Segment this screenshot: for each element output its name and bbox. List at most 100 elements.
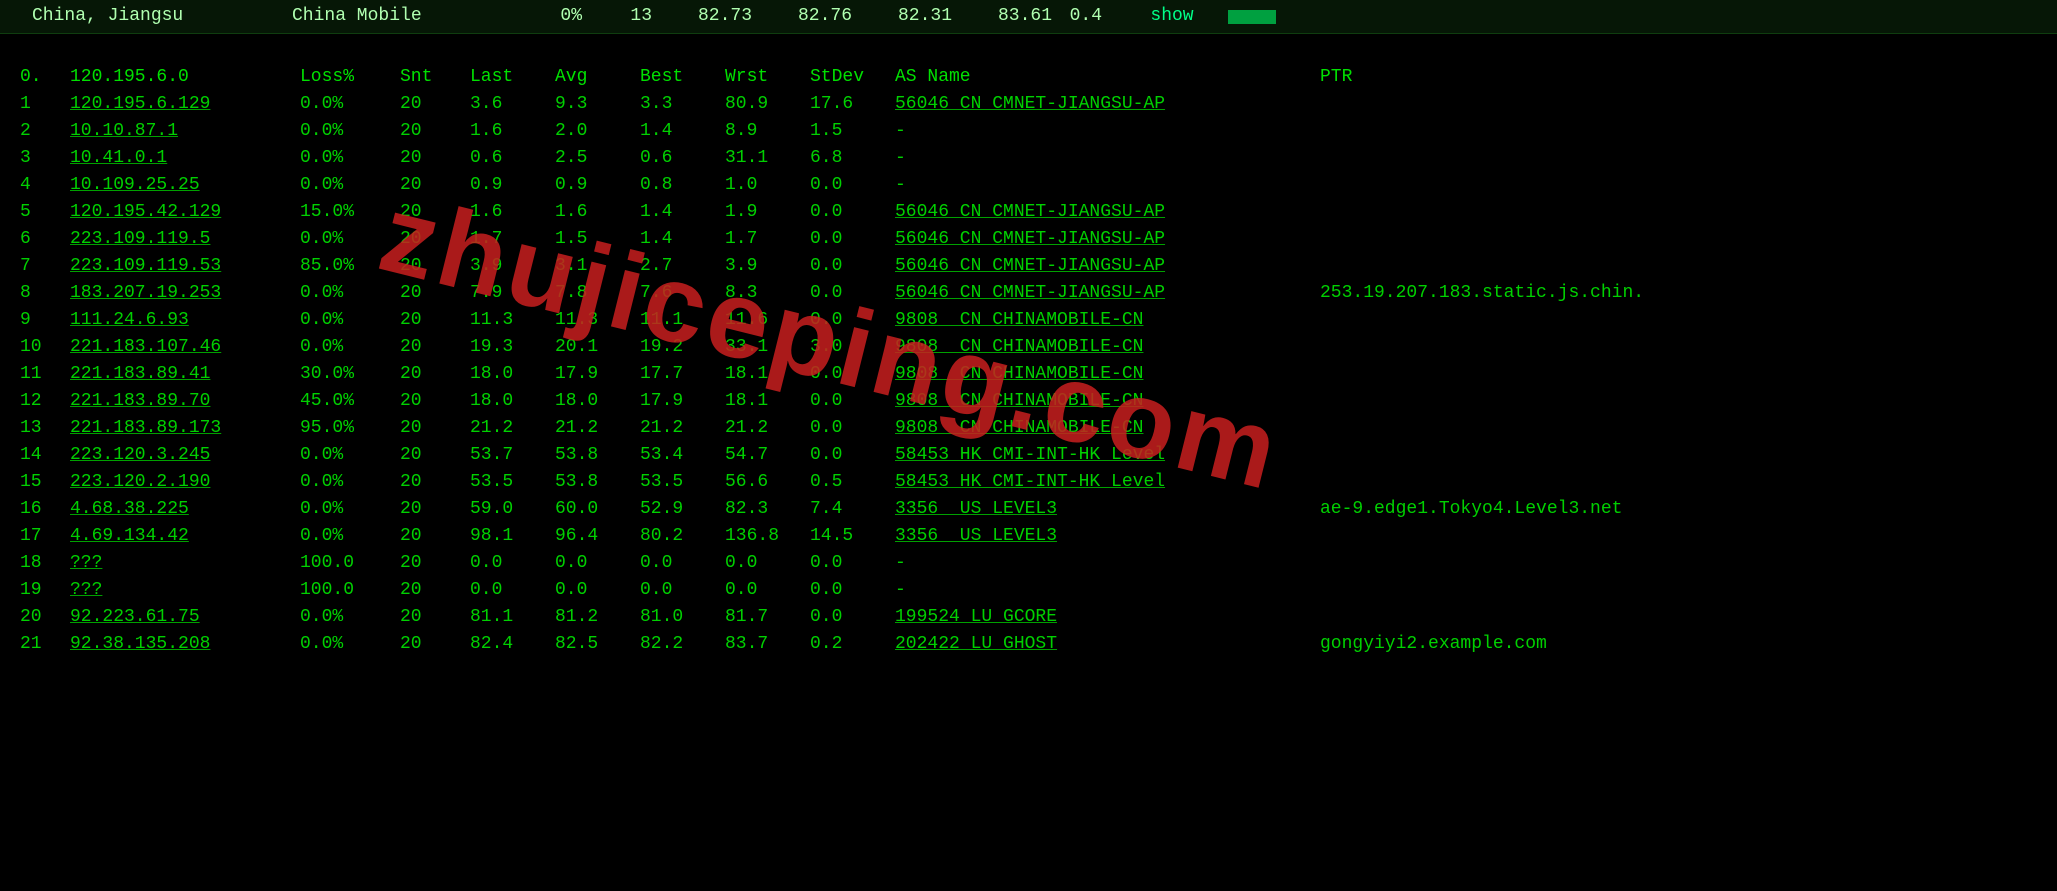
hop-ip[interactable]: 4.69.134.42 — [70, 523, 300, 550]
hop-ip[interactable]: 92.38.135.208 — [70, 631, 300, 658]
hop-stdev: 0.2 — [810, 631, 895, 658]
hop-ip[interactable]: 10.109.25.25 — [70, 172, 300, 199]
hdr-loss: Loss% — [300, 64, 400, 91]
hop-num: 15 — [20, 469, 70, 496]
hop-as[interactable]: 58453 HK CMI-INT-HK Level — [895, 442, 1320, 469]
hop-as[interactable]: 56046 CN CMNET-JIANGSU-AP — [895, 253, 1320, 280]
hop-as[interactable]: 9808 CN CHINAMOBILE-CN — [895, 307, 1320, 334]
hop-ip[interactable]: 223.109.119.5 — [70, 226, 300, 253]
hop-stdev: 0.0 — [810, 172, 895, 199]
hop-as[interactable]: 58453 HK CMI-INT-HK Level — [895, 469, 1320, 496]
table-row: 11221.183.89.4130.0%2018.017.917.718.10.… — [20, 361, 2057, 388]
hdr-avg: Avg — [555, 64, 640, 91]
hop-ip[interactable]: 221.183.89.70 — [70, 388, 300, 415]
hop-ip[interactable]: 223.120.3.245 — [70, 442, 300, 469]
table-row: 9111.24.6.930.0%2011.311.311.111.60.0980… — [20, 307, 2057, 334]
hop-ip[interactable]: ??? — [70, 550, 300, 577]
hop-ip[interactable]: 111.24.6.93 — [70, 307, 300, 334]
hop-snt: 20 — [400, 334, 470, 361]
hop-ip[interactable]: 221.183.89.173 — [70, 415, 300, 442]
hop-as[interactable]: 9808 CN CHINAMOBILE-CN — [895, 334, 1320, 361]
hop-snt: 20 — [400, 145, 470, 172]
hop-loss: 0.0% — [300, 118, 400, 145]
hop-snt: 20 — [400, 469, 470, 496]
hop-num: 14 — [20, 442, 70, 469]
hop-stdev: 3.0 — [810, 334, 895, 361]
hop-loss: 0.0% — [300, 145, 400, 172]
hop-wrst: 0.0 — [725, 577, 810, 604]
hop-avg: 1.5 — [555, 226, 640, 253]
hop-as[interactable]: 56046 CN CMNET-JIANGSU-AP — [895, 226, 1320, 253]
hop-num: 7 — [20, 253, 70, 280]
table-row: 410.109.25.250.0%200.90.90.81.00.0- — [20, 172, 2057, 199]
hop-last: 0.0 — [470, 550, 555, 577]
hop-loss: 0.0% — [300, 172, 400, 199]
hop-loss: 0.0% — [300, 631, 400, 658]
hop-num: 1 — [20, 91, 70, 118]
table-row: 14223.120.3.2450.0%2053.753.853.454.70.0… — [20, 442, 2057, 469]
hop-wrst: 33.1 — [725, 334, 810, 361]
hop-ip[interactable]: 10.10.87.1 — [70, 118, 300, 145]
hop-avg: 81.2 — [555, 604, 640, 631]
hop-wrst: 136.8 — [725, 523, 810, 550]
hop-ip[interactable]: 92.223.61.75 — [70, 604, 300, 631]
hop-avg: 60.0 — [555, 496, 640, 523]
table-row: 174.69.134.420.0%2098.196.480.2136.814.5… — [20, 523, 2057, 550]
hop-ip[interactable]: ??? — [70, 577, 300, 604]
table-row: 10221.183.107.460.0%2019.320.119.233.13.… — [20, 334, 2057, 361]
hop-avg: 96.4 — [555, 523, 640, 550]
hop-avg: 0.0 — [555, 577, 640, 604]
table-row: 8183.207.19.2530.0%207.97.87.68.30.05604… — [20, 280, 2057, 307]
hop-snt: 20 — [400, 280, 470, 307]
hop-ip[interactable]: 223.120.2.190 — [70, 469, 300, 496]
hop-snt: 20 — [400, 253, 470, 280]
hop-ip[interactable]: 221.183.107.46 — [70, 334, 300, 361]
hop-best: 1.4 — [640, 199, 725, 226]
hop-last: 53.7 — [470, 442, 555, 469]
hop-last: 1.6 — [470, 118, 555, 145]
show-link[interactable]: show — [1132, 3, 1212, 30]
hdr-snt: Snt — [400, 64, 470, 91]
hop-ip[interactable]: 223.109.119.53 — [70, 253, 300, 280]
hop-snt: 20 — [400, 604, 470, 631]
hop-snt: 20 — [400, 496, 470, 523]
hop-loss: 100.0 — [300, 577, 400, 604]
hop-as: - — [895, 172, 1320, 199]
hop-ip[interactable]: 4.68.38.225 — [70, 496, 300, 523]
hop-ip[interactable]: 120.195.42.129 — [70, 199, 300, 226]
hop-ip[interactable]: 10.41.0.1 — [70, 145, 300, 172]
hop-ip[interactable]: 120.195.6.129 — [70, 91, 300, 118]
hop-loss: 45.0% — [300, 388, 400, 415]
hop-as[interactable]: 56046 CN CMNET-JIANGSU-AP — [895, 199, 1320, 226]
hop-ip[interactable]: 221.183.89.41 — [70, 361, 300, 388]
table-row: 5120.195.42.12915.0%201.61.61.41.90.0560… — [20, 199, 2057, 226]
hop-last: 0.9 — [470, 172, 555, 199]
table-row: 15223.120.2.1900.0%2053.553.853.556.60.5… — [20, 469, 2057, 496]
hop-avg: 0.9 — [555, 172, 640, 199]
summary-row: China, Jiangsu China Mobile 0% 13 82.73 … — [0, 0, 2057, 34]
hop-as[interactable]: 3356 US LEVEL3 — [895, 496, 1320, 523]
hop-as[interactable]: 56046 CN CMNET-JIANGSU-AP — [895, 91, 1320, 118]
hop-as[interactable]: 9808 CN CHINAMOBILE-CN — [895, 415, 1320, 442]
hop-as[interactable]: 202422 LU GHOST — [895, 631, 1320, 658]
hop-stdev: 0.0 — [810, 226, 895, 253]
hop-best: 0.0 — [640, 550, 725, 577]
hop-snt: 20 — [400, 442, 470, 469]
hop-last: 21.2 — [470, 415, 555, 442]
hop-wrst: 1.0 — [725, 172, 810, 199]
table-row: 13221.183.89.17395.0%2021.221.221.221.20… — [20, 415, 2057, 442]
hop-as[interactable]: 56046 CN CMNET-JIANGSU-AP — [895, 280, 1320, 307]
summary-v3: 82.31 — [852, 3, 952, 30]
hop-as[interactable]: 3356 US LEVEL3 — [895, 523, 1320, 550]
hop-as[interactable]: 9808 CN CHINAMOBILE-CN — [895, 388, 1320, 415]
hop-stdev: 17.6 — [810, 91, 895, 118]
hop-as[interactable]: 9808 CN CHINAMOBILE-CN — [895, 361, 1320, 388]
hop-last: 19.3 — [470, 334, 555, 361]
hop-ip[interactable]: 183.207.19.253 — [70, 280, 300, 307]
hop-num: 13 — [20, 415, 70, 442]
hop-avg: 2.5 — [555, 145, 640, 172]
hop-num: 3 — [20, 145, 70, 172]
hop-best: 17.9 — [640, 388, 725, 415]
hop-as[interactable]: 199524 LU GCORE — [895, 604, 1320, 631]
hop-last: 1.7 — [470, 226, 555, 253]
